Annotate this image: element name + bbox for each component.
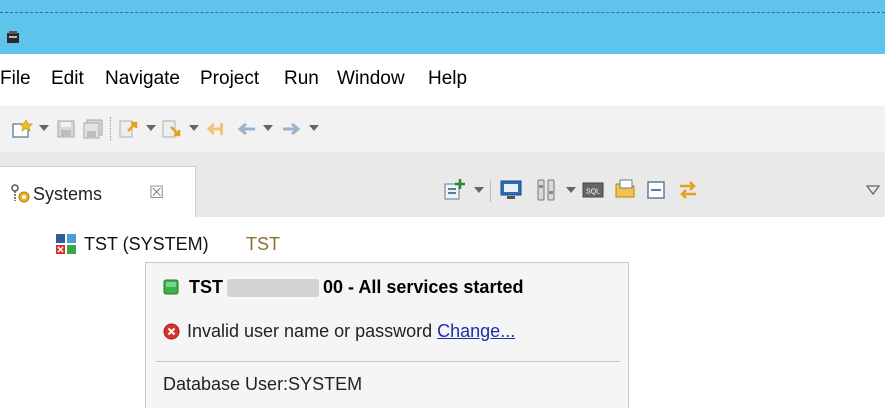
view-header: Systems ☒ SQL — [0, 152, 885, 218]
window-titlebar — [0, 0, 885, 54]
menu-file[interactable]: File — [0, 68, 31, 90]
save-icon[interactable] — [56, 119, 76, 139]
tab-systems-label: Systems — [33, 184, 103, 204]
titlebar-dashed-line — [0, 12, 885, 13]
system-tooltip: TST 00 - All services started Invalid use… — [145, 262, 629, 408]
previous-annotation-dropdown-icon[interactable] — [189, 125, 199, 131]
menu-navigate[interactable]: Navigate — [105, 68, 180, 90]
new-icon[interactable] — [12, 119, 34, 139]
change-credentials-link[interactable]: Change... — [437, 321, 515, 341]
back-icon[interactable] — [236, 119, 258, 139]
console-icon[interactable] — [500, 180, 522, 200]
tools-icon[interactable] — [535, 179, 559, 201]
toolbar-separator — [110, 117, 111, 141]
add-system-dropdown-icon[interactable] — [474, 187, 484, 193]
tree-node-label: TST (SYSTEM) — [84, 234, 209, 254]
forward-icon[interactable] — [280, 119, 302, 139]
sql-icon[interactable]: SQL — [582, 182, 604, 198]
menu-edit[interactable]: Edit — [51, 68, 84, 90]
redacted-system-id — [227, 279, 319, 298]
collapse-all-icon[interactable] — [646, 180, 666, 200]
new-dropdown-icon[interactable] — [39, 125, 49, 131]
tooltip-error-text: Invalid user name or password — [187, 321, 433, 341]
status-ok-icon — [163, 279, 179, 295]
next-annotation-dropdown-icon[interactable] — [146, 125, 156, 131]
previous-annotation-icon[interactable] — [161, 119, 183, 139]
link-editor-icon[interactable] — [676, 179, 700, 201]
systems-view-icon — [11, 184, 30, 203]
menu-project[interactable]: Project — [200, 68, 259, 90]
back-dropdown-icon[interactable] — [263, 125, 273, 131]
last-edit-icon[interactable] — [204, 119, 226, 139]
menubar: File Edit Navigate Project Run Window He… — [0, 54, 885, 106]
close-icon[interactable]: ☒ — [149, 183, 164, 203]
menu-run[interactable]: Run — [284, 68, 319, 90]
tooltip-system-status: 00 - All services started — [323, 277, 524, 297]
add-system-icon[interactable] — [443, 179, 467, 201]
forward-dropdown-icon[interactable] — [309, 125, 319, 131]
open-folder-icon[interactable] — [614, 178, 638, 200]
menu-window[interactable]: Window — [337, 68, 405, 90]
next-annotation-icon[interactable] — [118, 119, 140, 139]
tooltip-db-user: Database User:SYSTEM — [163, 374, 363, 394]
svg-text:SQL: SQL — [586, 189, 600, 196]
menu-help[interactable]: Help — [428, 68, 467, 90]
view-menu-icon[interactable] — [866, 185, 880, 195]
main-toolbar — [0, 106, 885, 152]
view-toolbar-separator — [490, 180, 491, 202]
tooltip-error-line: Invalid user name or password Change... — [163, 321, 515, 342]
tab-systems[interactable]: Systems ☒ — [0, 166, 196, 218]
system-error-icon — [56, 234, 76, 254]
save-all-icon[interactable] — [82, 119, 104, 139]
tree-node-suffix: TST — [246, 234, 280, 254]
tooltip-divider — [156, 361, 620, 362]
app-icon — [7, 31, 19, 43]
tools-dropdown-icon[interactable] — [566, 187, 576, 193]
error-icon — [163, 323, 180, 340]
tooltip-status-line: TST 00 - All services started — [163, 277, 523, 298]
tooltip-system-prefix: TST — [189, 277, 223, 297]
